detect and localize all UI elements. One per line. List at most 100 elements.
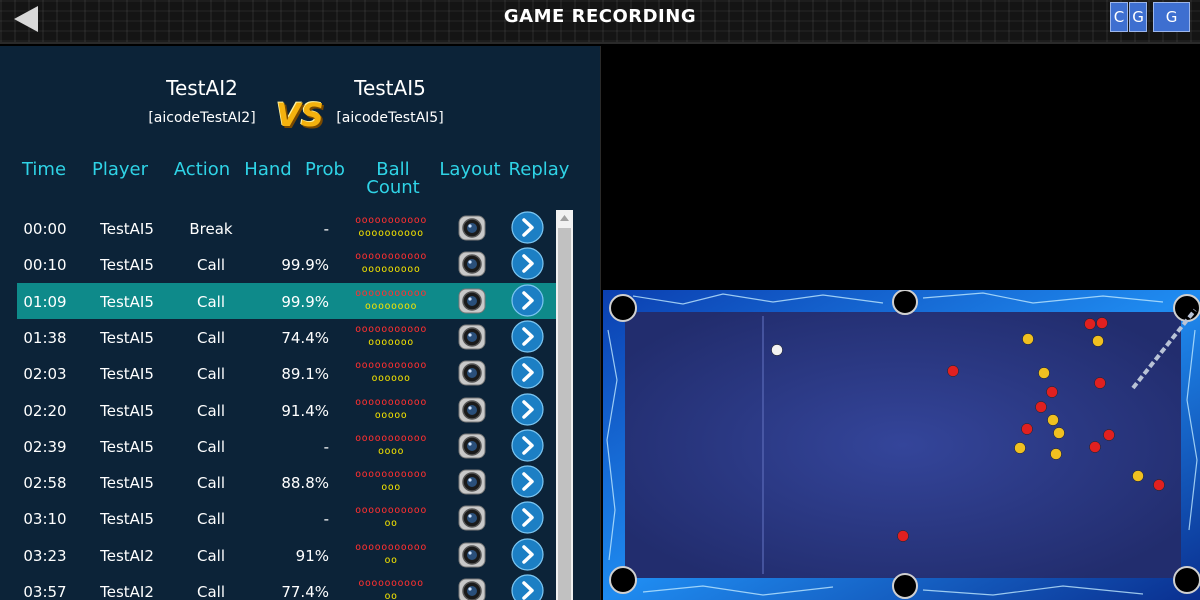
yellow-balls-remaining: oo [384,518,398,530]
row-action: Call [196,401,225,420]
row-prob: - [323,220,329,238]
row-prob: 77.4% [281,583,329,600]
yellow-ball [1014,442,1026,454]
layout-camera-icon[interactable] [457,249,487,279]
row-ball-count: ooooooooooo oooooooooo [339,214,443,240]
replay-arrow-icon[interactable] [511,429,544,462]
yellow-balls-remaining: ooooooooo [361,264,421,276]
row-action: Call [196,546,225,565]
row-time: 00:10 [23,256,67,275]
player2-name: TestAI5 [354,76,426,100]
replay-arrow-icon[interactable] [511,574,544,600]
replay-arrow-icon[interactable] [511,538,544,571]
replay-arrow-icon[interactable] [511,356,544,389]
table-row[interactable]: 02:58 TestAI5 Call 88.8% ooooooooooo ooo [17,464,557,500]
c-button[interactable]: C [1110,2,1128,32]
row-ball-count: ooooooooooo oooo [339,432,443,458]
col-header-replay: Replay [508,159,570,180]
row-prob: 99.9% [281,292,329,311]
layout-camera-icon[interactable] [457,213,487,243]
row-action: Call [196,583,225,600]
row-action: Break [189,220,233,238]
row-player: TestAI5 [100,365,154,384]
red-balls-remaining: ooooooooooo [355,541,427,553]
replay-viewer [600,46,1200,600]
row-time: 01:09 [23,292,67,311]
row-player: TestAI5 [100,328,154,347]
row-player: TestAI2 [100,583,154,600]
pocket-top-right [1173,294,1200,322]
layout-camera-icon[interactable] [457,322,487,352]
g-button-large[interactable]: G [1153,2,1190,32]
table-row[interactable]: 01:09 TestAI5 Call 99.9% ooooooooooo oooooooo [17,282,557,319]
recording-list: 00:00 TestAI5 Break - ooooooooooo oooooooooo 0… [17,210,557,600]
replay-arrow-icon[interactable] [511,465,544,498]
table-row[interactable]: 03:57 TestAI2 Call 77.4% oooooooooo oo [17,573,557,600]
layout-camera-icon[interactable] [457,540,487,570]
red-ball [1103,429,1115,441]
red-ball [1035,401,1047,413]
row-player: TestAI5 [100,401,154,420]
row-ball-count: ooooooooooo ooooooo [339,323,443,349]
layout-camera-icon[interactable] [457,286,487,316]
col-header-count: Count [366,177,420,198]
layout-camera-icon[interactable] [457,503,487,533]
red-balls-remaining: ooooooooooo [355,323,427,335]
table-row[interactable]: 03:10 TestAI5 Call - ooooooooooo oo [17,500,557,536]
row-time: 02:03 [23,365,67,384]
layout-camera-icon[interactable] [457,358,487,388]
replay-arrow-icon[interactable] [511,501,544,534]
table-row[interactable]: 02:03 TestAI5 Call 89.1% ooooooooooo oooooo [17,355,557,391]
replay-arrow-icon[interactable] [511,211,544,244]
yellow-balls-remaining: ooo [381,482,401,494]
row-action: Call [196,292,225,311]
pocket-bottom-left [609,566,637,594]
table-row[interactable]: 02:20 TestAI5 Call 91.4% ooooooooooo ooooo [17,392,557,428]
red-ball [1094,377,1106,389]
row-ball-count: ooooooooooo oooooo [339,359,443,385]
g-button[interactable]: G [1129,2,1147,32]
row-action: Call [196,328,225,347]
replay-arrow-icon[interactable] [511,283,544,317]
red-ball [1153,479,1165,491]
row-ball-count: ooooooooooo ooooo [339,396,443,422]
scroll-thumb[interactable] [558,228,571,600]
yellow-balls-remaining: oooooooo [364,300,418,312]
table-row[interactable]: 03:23 TestAI2 Call 91% ooooooooooo oo [17,537,557,573]
row-ball-count: ooooooooooo ooooooooo [339,250,443,276]
pocket-top-left [609,294,637,322]
row-player: TestAI2 [100,546,154,565]
row-prob: - [323,437,329,456]
col-header-ball-count: Ball Count [358,161,428,197]
red-balls-remaining: ooooooooooo [355,287,427,299]
table-row[interactable]: 00:00 TestAI5 Break - ooooooooooo oooooooooo [17,210,557,246]
layout-camera-icon[interactable] [457,467,487,497]
red-ball [1084,318,1096,330]
red-ball [1096,317,1108,329]
yellow-balls-remaining: oooooooooo [358,228,424,239]
replay-arrow-icon[interactable] [511,247,544,280]
col-header-layout: Layout [439,159,501,180]
red-ball [947,365,959,377]
scrollbar[interactable] [556,210,573,600]
pocket-bottom-middle [892,573,918,599]
row-action: Call [196,365,225,384]
layout-camera-icon[interactable] [457,576,487,600]
layout-camera-icon[interactable] [457,395,487,425]
table-row[interactable]: 02:39 TestAI5 Call - ooooooooooo oooo [17,428,557,464]
scroll-up-arrow-icon[interactable] [556,210,573,226]
table-row[interactable]: 01:38 TestAI5 Call 74.4% ooooooooooo ooooooo [17,319,557,355]
row-ball-count: ooooooooooo oooooooo [339,287,443,313]
col-header-action: Action [173,159,231,180]
row-action: Call [196,437,225,456]
layout-camera-icon[interactable] [457,431,487,461]
table-row[interactable]: 00:10 TestAI5 Call 99.9% ooooooooooo oooooooo… [17,246,557,282]
row-prob: 91% [295,546,329,565]
pocket-top-middle [892,290,918,315]
row-action: Call [196,510,225,529]
replay-arrow-icon[interactable] [511,320,544,353]
player1-code: [aicodeTestAI2] [148,110,256,126]
red-ball [1021,423,1033,435]
row-ball-count: ooooooooooo oo [339,504,443,530]
replay-arrow-icon[interactable] [511,392,544,426]
